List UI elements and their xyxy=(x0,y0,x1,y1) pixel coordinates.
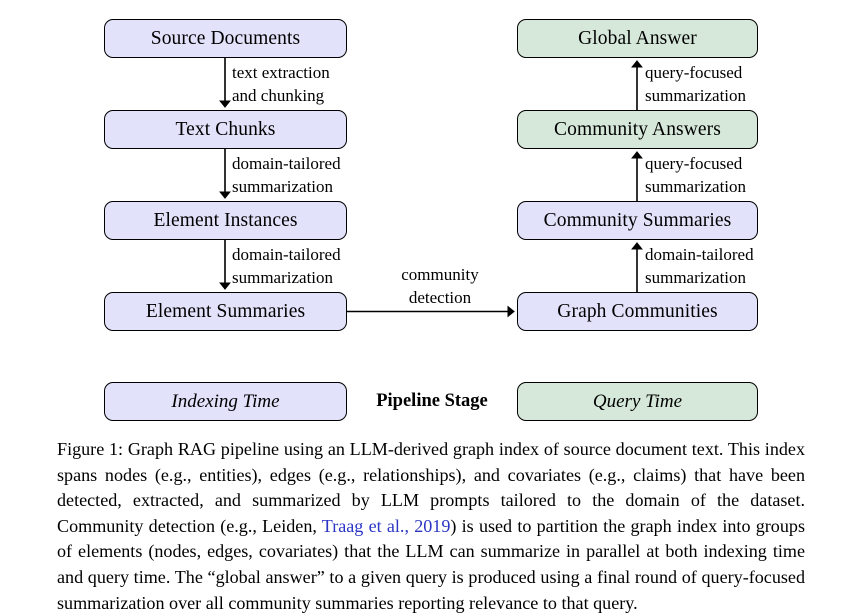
edge-label-text-extraction: text extraction and chunking xyxy=(232,61,330,107)
node-community-summaries-label: Community Summaries xyxy=(543,209,732,231)
edge-label-domain-tailored-3-line1: domain-tailored xyxy=(645,245,754,264)
legend-pipeline-stage-label: Pipeline Stage xyxy=(376,391,488,411)
edge-label-domain-tailored-2-line2: summarization xyxy=(232,268,334,287)
node-community-summaries: Community Summaries xyxy=(517,201,758,240)
edge-label-domain-tailored-3-line2: summarization xyxy=(645,268,747,287)
edge-label-text-extraction-line2: and chunking xyxy=(232,86,325,105)
edge-label-domain-tailored-3: domain-tailored summarization xyxy=(645,243,754,289)
node-source-documents-label: Source Documents xyxy=(150,27,301,49)
node-global-answer-label: Global Answer xyxy=(578,27,697,49)
node-element-summaries-label: Element Summaries xyxy=(145,300,306,322)
legend-indexing-time: Indexing Time xyxy=(104,382,347,421)
node-community-answers: Community Answers xyxy=(517,110,758,149)
edge-label-query-focused-1: query-focused summarization xyxy=(645,61,746,107)
caption-citation-link[interactable]: Traag et al., 2019 xyxy=(322,516,451,536)
edge-label-community-detection: community detection xyxy=(385,263,495,309)
node-text-chunks-label: Text Chunks xyxy=(175,118,276,140)
edge-label-query-focused-2-line1: query-focused xyxy=(645,154,743,173)
legend-query-time: Query Time xyxy=(517,382,758,421)
node-element-summaries: Element Summaries xyxy=(104,292,347,331)
edge-label-query-focused-2: query-focused summarization xyxy=(645,152,746,198)
node-global-answer: Global Answer xyxy=(517,19,758,58)
edge-label-domain-tailored-2: domain-tailored summarization xyxy=(232,243,341,289)
node-graph-communities: Graph Communities xyxy=(517,292,758,331)
node-community-answers-label: Community Answers xyxy=(554,118,721,140)
legend-query-time-label: Query Time xyxy=(592,390,683,412)
edge-label-community-detection-line2: detection xyxy=(408,288,472,307)
edge-label-domain-tailored-1-line2: summarization xyxy=(232,177,334,196)
edge-label-domain-tailored-2-line1: domain-tailored xyxy=(232,245,341,264)
edge-label-text-extraction-line1: text extraction xyxy=(232,63,330,82)
figure-caption: Figure 1: Graph RAG pipeline using an LL… xyxy=(57,437,805,616)
node-source-documents: Source Documents xyxy=(104,19,347,58)
legend-pipeline-stage: Pipeline Stage xyxy=(347,382,517,421)
edge-label-community-detection-line1: community xyxy=(401,265,479,284)
legend-indexing-time-label: Indexing Time xyxy=(171,390,280,412)
edge-label-domain-tailored-1: domain-tailored summarization xyxy=(232,152,341,198)
node-graph-communities-label: Graph Communities xyxy=(557,300,718,322)
edge-label-query-focused-1-line2: summarization xyxy=(645,86,747,105)
edge-label-query-focused-1-line1: query-focused xyxy=(645,63,743,82)
node-text-chunks: Text Chunks xyxy=(104,110,347,149)
node-element-instances: Element Instances xyxy=(104,201,347,240)
edge-label-domain-tailored-1-line1: domain-tailored xyxy=(232,154,341,173)
edge-label-query-focused-2-line2: summarization xyxy=(645,177,747,196)
node-element-instances-label: Element Instances xyxy=(153,209,298,231)
